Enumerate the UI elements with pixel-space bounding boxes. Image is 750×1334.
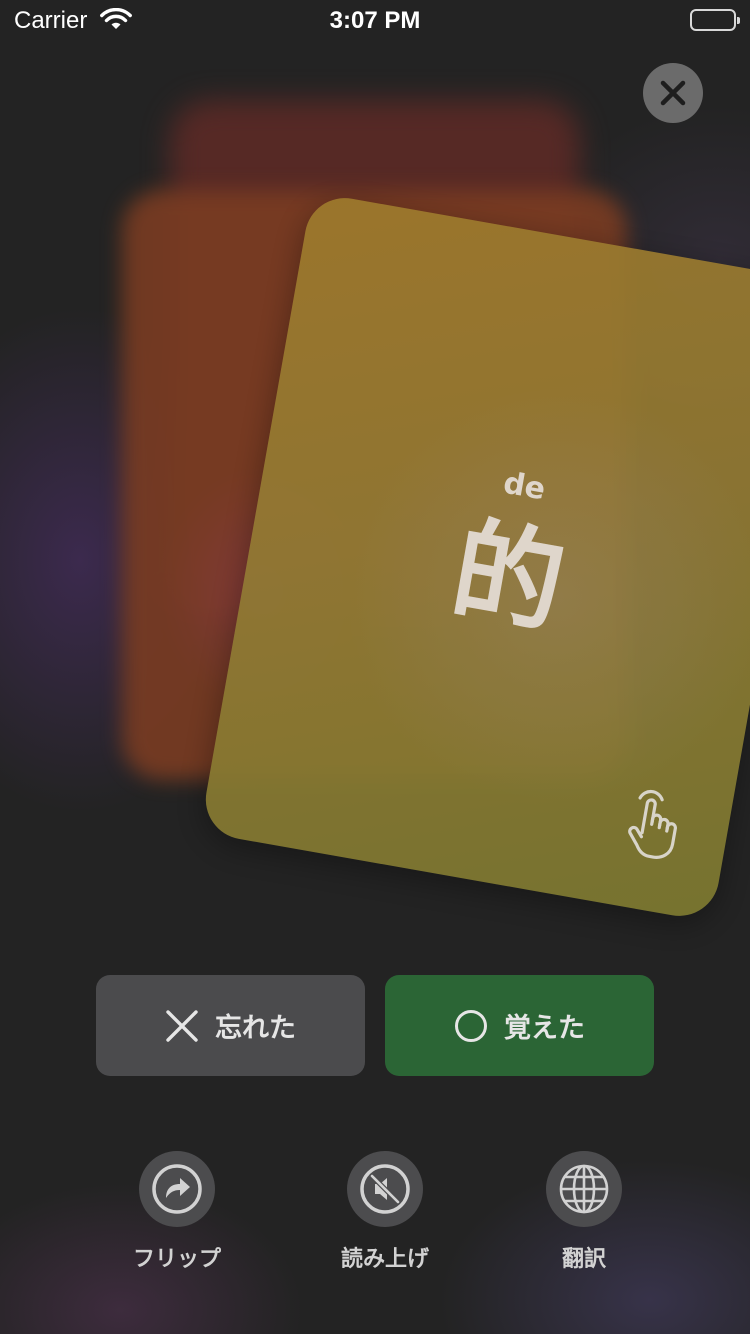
x-icon xyxy=(166,1009,198,1042)
flip-icon xyxy=(152,1164,202,1214)
clock: 3:07 PM xyxy=(329,7,421,34)
status-bar: Carrier 3:07 PM xyxy=(0,0,750,40)
forgot-label: 忘れた xyxy=(215,1013,296,1044)
globe-icon xyxy=(559,1164,609,1214)
remembered-button[interactable]: 覚えた xyxy=(385,975,654,1076)
forgot-button[interactable]: 忘れた xyxy=(96,975,365,1076)
close-icon xyxy=(660,80,686,106)
flip-label: フリップ xyxy=(132,1247,221,1272)
translate-label: 翻訳 xyxy=(561,1247,606,1272)
flip-button[interactable]: フリップ xyxy=(107,1151,247,1273)
read-aloud-label: 読み上げ xyxy=(340,1247,429,1272)
remembered-label: 覚えた xyxy=(504,1013,585,1044)
close-button[interactable] xyxy=(643,63,703,123)
circle-icon xyxy=(455,1009,487,1042)
translate-button[interactable]: 翻訳 xyxy=(514,1151,654,1273)
read-aloud-button[interactable]: 読み上げ xyxy=(315,1151,455,1273)
battery-icon xyxy=(690,9,740,31)
speaker-muted-icon xyxy=(360,1164,410,1214)
